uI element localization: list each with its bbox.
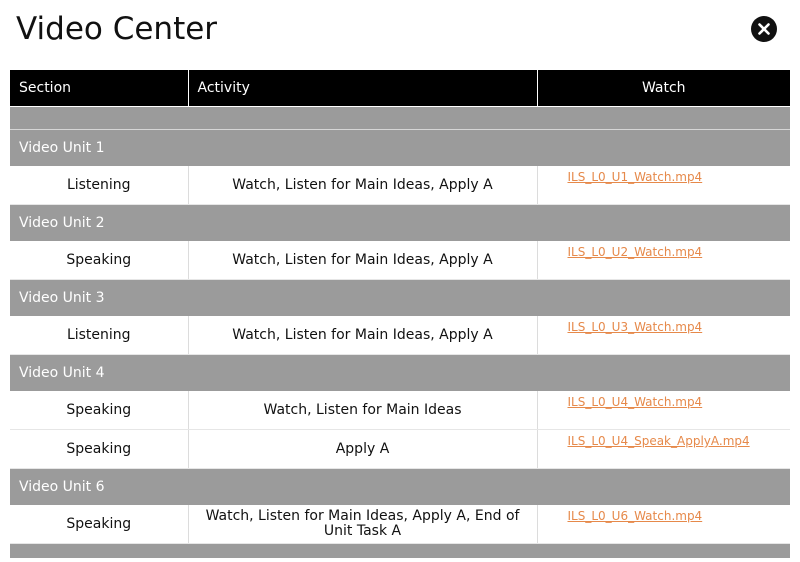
section-cell: Listening xyxy=(10,316,189,355)
video-link[interactable]: ILS_L0_U4_Speak_ApplyA.mp4 xyxy=(568,434,750,449)
table-spacer-row xyxy=(10,543,790,558)
video-table: Section Activity Watch Video Unit 1 List… xyxy=(10,70,790,558)
table-header-row: Section Activity Watch xyxy=(10,70,790,107)
section-cell: Speaking xyxy=(10,505,189,544)
close-icon xyxy=(751,16,777,42)
unit-row: Video Unit 6 xyxy=(10,468,790,505)
video-link[interactable]: ILS_L0_U6_Watch.mp4 xyxy=(568,509,703,524)
video-link[interactable]: ILS_L0_U2_Watch.mp4 xyxy=(568,245,703,260)
video-link[interactable]: ILS_L0_U4_Watch.mp4 xyxy=(568,395,703,410)
table-row: Listening Watch, Listen for Main Ideas, … xyxy=(10,166,790,205)
unit-label: Video Unit 1 xyxy=(10,129,790,166)
close-button[interactable] xyxy=(751,16,777,42)
unit-label: Video Unit 6 xyxy=(10,468,790,505)
watch-cell: ILS_L0_U4_Speak_ApplyA.mp4 xyxy=(537,429,790,469)
activity-cell: Watch, Listen for Main Ideas, Apply A xyxy=(188,241,538,280)
unit-label: Video Unit 2 xyxy=(10,204,790,241)
video-table-container: Section Activity Watch Video Unit 1 List… xyxy=(10,70,790,562)
activity-cell: Watch, Listen for Main Ideas, Apply A xyxy=(188,166,538,205)
watch-cell: ILS_L0_U6_Watch.mp4 xyxy=(537,505,790,544)
unit-row: Video Unit 4 xyxy=(10,354,790,391)
video-link[interactable]: ILS_L0_U3_Watch.mp4 xyxy=(568,320,703,335)
modal-header: Video Center xyxy=(0,0,800,60)
section-cell: Speaking xyxy=(10,429,189,469)
table-row: Listening Watch, Listen for Main Ideas, … xyxy=(10,316,790,355)
unit-label: Video Unit 3 xyxy=(10,279,790,316)
table-row: Speaking Watch, Listen for Main Ideas IL… xyxy=(10,391,790,430)
activity-cell: Watch, Listen for Main Ideas xyxy=(188,391,538,430)
unit-row: Video Unit 3 xyxy=(10,279,790,316)
unit-label: Video Unit 4 xyxy=(10,354,790,391)
section-cell: Speaking xyxy=(10,241,189,280)
unit-row: Video Unit 2 xyxy=(10,204,790,241)
watch-cell: ILS_L0_U1_Watch.mp4 xyxy=(537,166,790,205)
column-header-activity: Activity xyxy=(188,70,538,107)
activity-cell: Watch, Listen for Main Ideas, Apply A, E… xyxy=(188,505,538,544)
watch-cell: ILS_L0_U4_Watch.mp4 xyxy=(537,391,790,430)
watch-cell: ILS_L0_U2_Watch.mp4 xyxy=(537,241,790,280)
activity-cell: Apply A xyxy=(188,429,538,469)
column-header-watch: Watch xyxy=(537,70,790,107)
video-link[interactable]: ILS_L0_U1_Watch.mp4 xyxy=(568,170,703,185)
column-header-section: Section xyxy=(10,70,189,107)
section-cell: Listening xyxy=(10,166,189,205)
table-row: Speaking Apply A ILS_L0_U4_Speak_ApplyA.… xyxy=(10,429,790,469)
unit-row: Video Unit 1 xyxy=(10,129,790,166)
table-row: Speaking Watch, Listen for Main Ideas, A… xyxy=(10,505,790,544)
table-row: Speaking Watch, Listen for Main Ideas, A… xyxy=(10,241,790,280)
section-cell: Speaking xyxy=(10,391,189,430)
table-spacer-row xyxy=(10,106,790,130)
activity-cell: Watch, Listen for Main Ideas, Apply A xyxy=(188,316,538,355)
page-title: Video Center xyxy=(16,11,218,47)
watch-cell: ILS_L0_U3_Watch.mp4 xyxy=(537,316,790,355)
